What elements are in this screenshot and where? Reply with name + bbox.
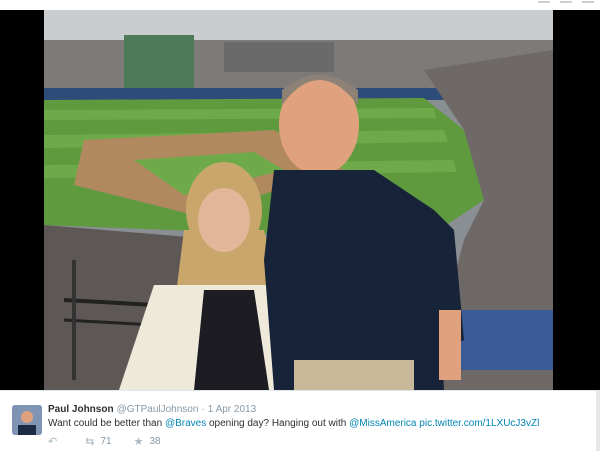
mention-braves[interactable]: @Braves [165,418,206,429]
avatar[interactable] [12,405,42,435]
reply-button[interactable]: ↶ [48,435,63,448]
minimize-icon[interactable] [538,1,550,9]
star-icon: ★ [133,436,144,448]
retweet-icon: ⇆ [85,436,95,448]
separator-dot: · [201,404,205,415]
tweet-header: Paul Johnson @GTPaulJohnson · 1 Apr 2013 [48,404,256,415]
timestamp[interactable]: 1 Apr 2013 [208,404,256,415]
mention-missamerica[interactable]: @MissAmerica [349,418,416,429]
tweet-card: Paul Johnson @GTPaulJohnson · 1 Apr 2013 Wa… [0,390,600,452]
close-icon[interactable] [582,1,594,9]
scrollbar[interactable] [596,390,600,451]
favorite-button[interactable]: ★ 38 [134,435,161,448]
tweet-text-middle: opening day? Hanging out with [206,418,350,429]
tweet-text-prefix: Want could be better than [48,418,165,429]
window-controls [538,1,594,9]
favorite-count: 38 [149,436,161,447]
screen-name[interactable]: @GTPaulJohnson [117,404,199,415]
reply-icon: ↶ [48,436,58,448]
top-strip [0,0,600,10]
tweet-actions: ↶ ⇆ 71 ★ 38 [48,435,183,448]
retweet-count: 71 [100,436,112,447]
tweet-text: Want could be better than @Braves openin… [48,418,539,429]
author-name[interactable]: Paul Johnson [48,404,114,415]
tweet-photo[interactable] [44,10,553,390]
maximize-icon[interactable] [560,1,572,9]
retweet-button[interactable]: ⇆ 71 [85,435,111,448]
pic-link[interactable]: pic.twitter.com/1LXUcJ3vZl [419,418,539,429]
